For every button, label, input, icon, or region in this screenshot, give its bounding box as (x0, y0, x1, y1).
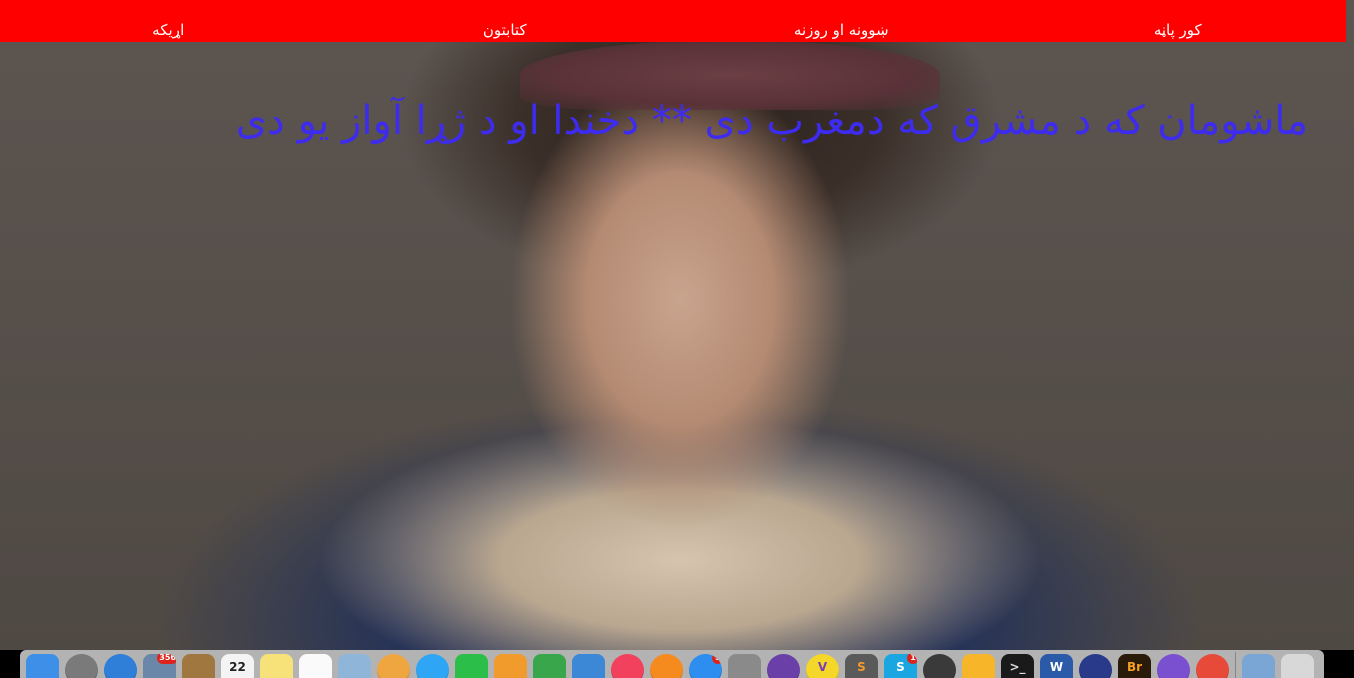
skype-icon[interactable]: S1 (884, 654, 917, 678)
nav-item-contact[interactable]: اړیکه (0, 21, 337, 42)
bridge-icon[interactable]: Br (1118, 654, 1151, 678)
app-store-icon[interactable]: 5 (689, 654, 722, 678)
contacts-icon[interactable] (182, 654, 215, 678)
reminders-icon[interactable] (299, 654, 332, 678)
photos-icon[interactable] (377, 654, 410, 678)
trash-icon[interactable] (1281, 654, 1314, 678)
nav-item-home[interactable]: کور پاڼه (1010, 21, 1347, 42)
inkscape-icon[interactable] (1079, 654, 1112, 678)
terminal-icon-glyph: >_ (1009, 660, 1026, 674)
numbers-icon[interactable] (533, 654, 566, 678)
notification-badge: 356 (157, 654, 176, 664)
facetime-icon[interactable] (455, 654, 488, 678)
sublime-icon[interactable]: S (845, 654, 878, 678)
messages-icon[interactable] (416, 654, 449, 678)
word-icon-glyph: W (1049, 660, 1064, 674)
ibooks-icon[interactable] (650, 654, 683, 678)
bridge-icon-glyph: Br (1126, 660, 1143, 674)
system-preferences-icon[interactable] (728, 654, 761, 678)
terminal-icon[interactable]: >_ (1001, 654, 1034, 678)
chrome-icon[interactable] (1196, 654, 1229, 678)
headline-poem: ماشومان که د مشرق که دمغرب دی ** دخندا ا… (235, 98, 1308, 144)
top-nav: کور پاڼه ښوونه او روزنه کتابتون اړیکه (0, 0, 1346, 42)
mail-stamp-icon[interactable]: 356 (143, 654, 176, 678)
sequel-pro-icon[interactable] (923, 654, 956, 678)
calendar-icon-glyph: 22 (229, 660, 246, 674)
viber-icon[interactable] (1157, 654, 1190, 678)
word-icon[interactable]: W (1040, 654, 1073, 678)
macos-dock: 356 22 5 V S S 1 >_ W Br (20, 650, 1324, 678)
sketch-icon[interactable] (962, 654, 995, 678)
sublime-icon-glyph: S (857, 660, 866, 674)
preview-icon[interactable] (338, 654, 371, 678)
nav-item-education[interactable]: ښوونه او روزنه (673, 21, 1010, 42)
skype-icon-glyph: S (896, 660, 905, 674)
nav-item-library[interactable]: کتابتون (337, 21, 674, 42)
launchpad-icon[interactable] (65, 654, 98, 678)
github-icon[interactable] (767, 654, 800, 678)
pages-icon[interactable] (494, 654, 527, 678)
dock-separator (1235, 652, 1236, 678)
finder-icon[interactable] (26, 654, 59, 678)
keynote-icon[interactable] (572, 654, 605, 678)
calendar-icon[interactable]: 22 (221, 654, 254, 678)
downloads-stack-icon[interactable] (1242, 654, 1275, 678)
vectorize-icon-glyph: V (817, 660, 828, 674)
safari-icon[interactable] (104, 654, 137, 678)
notification-badge: 5 (712, 654, 722, 664)
page: کور پاڼه ښوونه او روزنه کتابتون اړیکه ما… (0, 0, 1354, 678)
notification-badge: 1 (907, 654, 917, 664)
itunes-icon[interactable] (611, 654, 644, 678)
notes-icon[interactable] (260, 654, 293, 678)
vectorize-icon[interactable]: V (806, 654, 839, 678)
